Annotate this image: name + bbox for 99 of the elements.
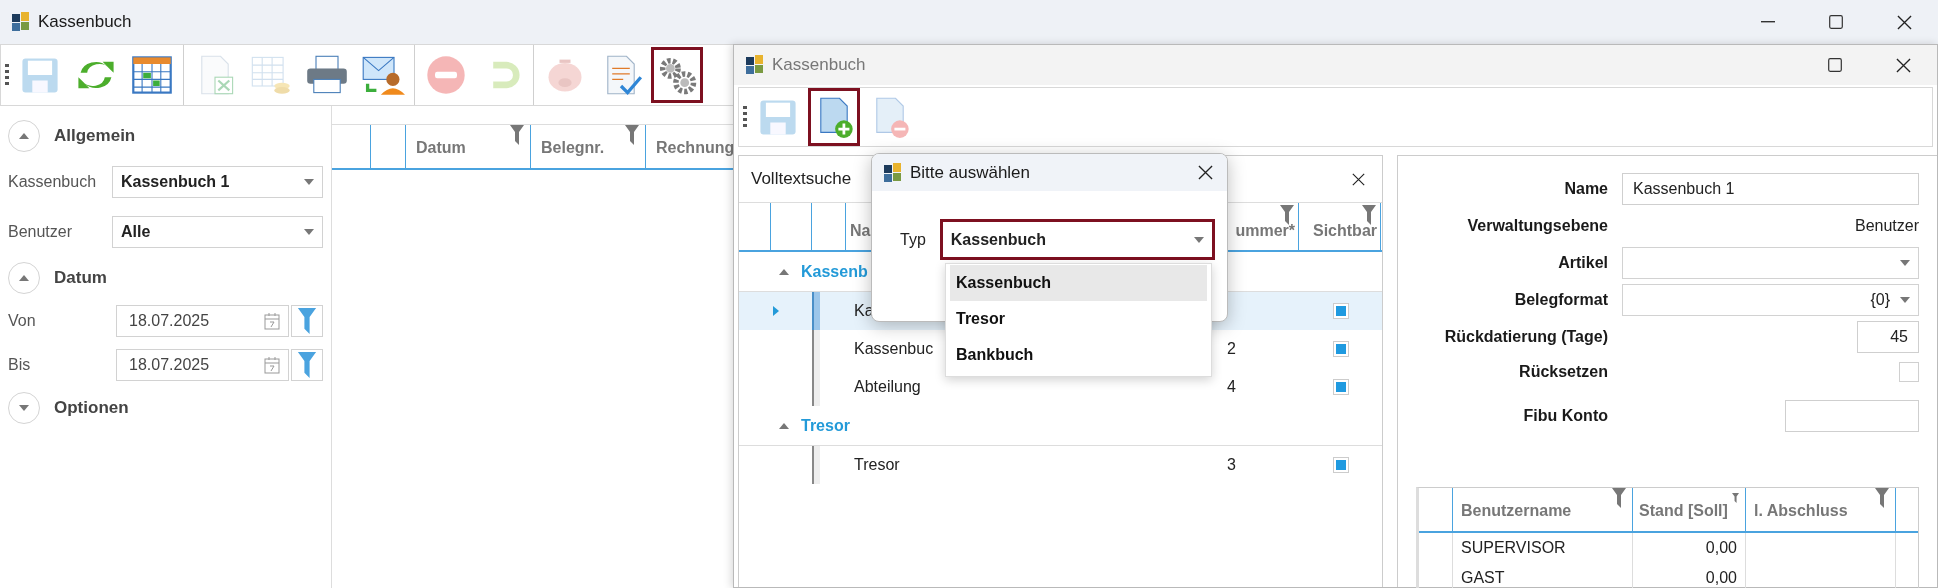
dialog-title: Bitte auswählen	[910, 162, 1031, 183]
checkbox[interactable]	[1333, 341, 1349, 357]
expand-arrow-icon	[19, 405, 29, 411]
toolbar-grip-icon	[743, 106, 747, 128]
table-cell: Abteilung	[854, 378, 921, 396]
minimize-icon	[1761, 21, 1775, 23]
field-label: Bis	[8, 356, 32, 374]
group-title: Kassenb	[801, 262, 868, 281]
calendar-icon	[130, 53, 174, 97]
field-label: Rücksetzen	[1518, 363, 1608, 381]
dropdown-arrow-icon	[1900, 296, 1910, 303]
table-cell: 4	[1227, 378, 1236, 396]
column-header: Rechnung	[656, 139, 735, 157]
field-label: Benutzer	[8, 223, 74, 241]
filter-button[interactable]	[291, 305, 323, 337]
collapse-arrow-icon	[19, 133, 29, 139]
collapse-arrow-icon	[19, 275, 29, 281]
column-header: Benutzername	[1461, 502, 1572, 520]
close-icon	[1896, 14, 1912, 30]
filter-icon	[510, 125, 524, 145]
checkbox[interactable]	[1333, 457, 1349, 473]
field-label: Artikel	[1557, 253, 1608, 272]
window-title: Kassenbuch	[772, 55, 866, 75]
collapse-button[interactable]	[8, 262, 40, 294]
section-title: Datum	[54, 268, 107, 288]
calendar-icon	[264, 312, 280, 330]
filter-icon	[1612, 488, 1626, 508]
group-title: Tresor	[801, 416, 850, 435]
collapse-arrow-icon	[779, 422, 789, 429]
collapse-button[interactable]	[8, 120, 40, 152]
window-title: Kassenbuch	[38, 12, 132, 32]
date-field[interactable]: 18.07.2025	[116, 305, 289, 337]
toolbar-grip-icon	[5, 64, 9, 86]
column-header: Sichtbar	[1313, 221, 1377, 240]
filter-icon	[1280, 205, 1294, 225]
filter-icon	[1875, 488, 1889, 508]
new-document-button[interactable]	[808, 88, 860, 146]
checkbox[interactable]	[1333, 303, 1349, 319]
dropdown-field[interactable]: Alle	[112, 216, 323, 248]
column-header: Na	[850, 221, 871, 240]
number-field[interactable]: 45	[1857, 320, 1919, 353]
dropdown-arrow-icon	[1900, 259, 1910, 266]
app-logo-icon	[884, 162, 902, 183]
date-field[interactable]: 18.07.2025	[116, 349, 289, 381]
column-header: Datum	[416, 139, 466, 157]
checkbox[interactable]	[1899, 362, 1919, 382]
close-icon	[1895, 57, 1911, 73]
checkbox[interactable]	[1333, 379, 1349, 395]
column-header: l. Abschluss	[1754, 502, 1848, 520]
close-icon	[1351, 172, 1365, 186]
dropdown-arrow-icon	[304, 229, 314, 235]
filter-icon	[1362, 205, 1376, 225]
table-cell: Kassenbuc	[854, 340, 934, 358]
dropdown-field[interactable]	[1622, 246, 1919, 279]
column-header: Belegnr.	[541, 139, 605, 157]
collapse-arrow-icon	[779, 268, 789, 275]
expand-button[interactable]	[8, 392, 40, 424]
dropdown-option[interactable]: Kassenbuch	[950, 265, 1207, 301]
app-logo-icon	[746, 55, 764, 75]
filter-icon	[297, 308, 317, 334]
column-header: Stand [Soll]	[1639, 502, 1728, 520]
field-label: Fibu Konto	[1522, 407, 1608, 425]
maximize-icon	[1829, 15, 1843, 29]
table-cell: GAST	[1453, 563, 1633, 588]
field-label: Rückdatierung (Tage)	[1443, 327, 1608, 346]
text-field[interactable]	[1785, 400, 1919, 432]
table-cell: 0,00	[1633, 533, 1746, 563]
field-label: Kassenbuch	[8, 173, 98, 191]
table-cell: 2	[1227, 340, 1236, 358]
remove-icon	[424, 53, 468, 97]
current-row-icon	[772, 306, 779, 316]
calendar-icon	[264, 356, 280, 374]
dropdown-arrow-icon	[304, 179, 314, 185]
field-label: Name	[1563, 179, 1608, 198]
dropdown-field[interactable]: Kassenbuch	[939, 219, 1215, 260]
filter-icon	[625, 125, 639, 145]
field-label: Von	[8, 312, 37, 330]
field-label: Verwaltungsebene	[1466, 216, 1608, 235]
table-cell: SUPERVISOR	[1453, 533, 1633, 563]
value-text: Benutzer	[1854, 216, 1919, 235]
column-header: ummer*	[1235, 221, 1295, 240]
field-label: Typ	[900, 230, 926, 249]
settings-button[interactable]	[651, 47, 703, 103]
dropdown-field[interactable]: Kassenbuch 1	[112, 166, 323, 198]
app-logo-icon	[12, 12, 30, 32]
filter-icon	[297, 352, 317, 378]
section-title: Optionen	[54, 398, 129, 418]
panel-title: Volltextsuche	[751, 169, 852, 189]
maximize-icon	[1828, 58, 1842, 72]
close-icon	[1197, 165, 1213, 180]
dropdown-arrow-icon	[1194, 236, 1204, 243]
table-cell: 3	[1227, 456, 1236, 474]
field-label: Belegformat	[1513, 290, 1608, 309]
table-cell: 0,00	[1633, 563, 1746, 588]
filter-button[interactable]	[291, 349, 323, 381]
text-field[interactable]: Kassenbuch 1	[1622, 172, 1919, 205]
dropdown-field[interactable]: {0}	[1622, 283, 1919, 316]
table-cell: Tresor	[854, 456, 900, 474]
section-title: Allgemein	[54, 126, 136, 146]
